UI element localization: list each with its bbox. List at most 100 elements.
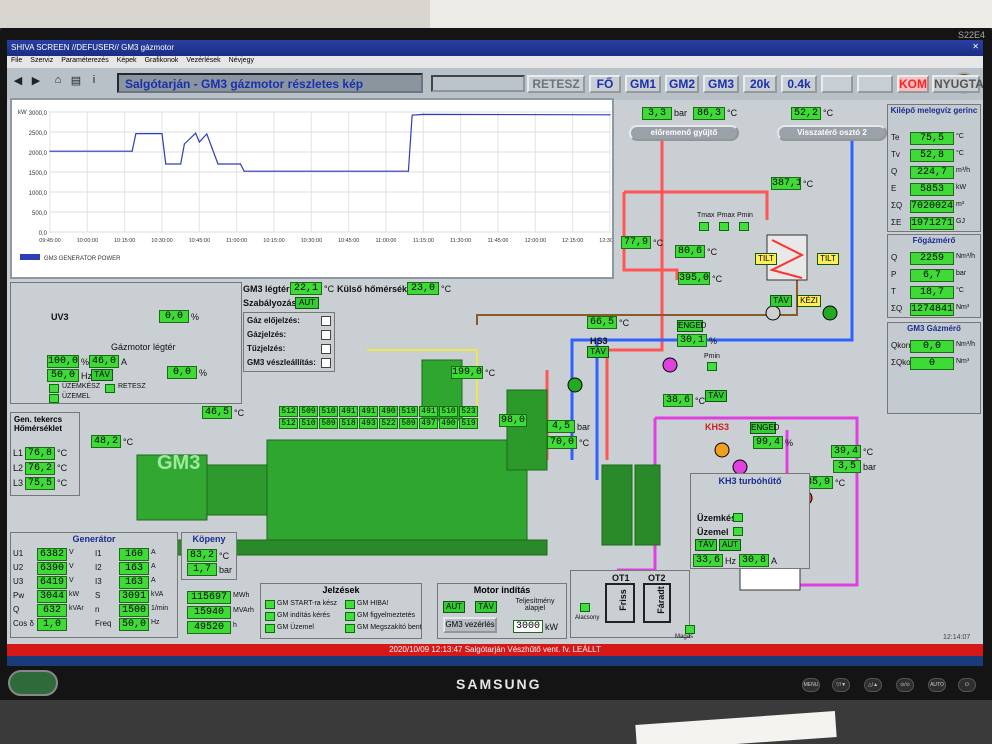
hs3-percent-unit: %	[709, 336, 718, 346]
fogazmero-unit-1: bar	[956, 270, 967, 277]
kilepo-unit-4: m³	[956, 201, 965, 208]
menu-item-3[interactable]: Képek	[117, 57, 137, 64]
nav-button-9[interactable]: KOM	[897, 75, 929, 93]
home-icon[interactable]: ⌂	[51, 74, 65, 88]
print-icon[interactable]: ▤	[69, 74, 83, 88]
hx-kezi-button[interactable]: KÉZI	[797, 295, 821, 307]
gen-right-value-5: 50,0	[119, 618, 149, 631]
cyl-row1-4: 491	[359, 406, 378, 417]
khs3-valve-motor	[732, 459, 748, 475]
visszatero-oszto[interactable]: Visszatérő osztó 2	[777, 125, 887, 141]
eloremeno-bar-unit: bar	[674, 108, 688, 118]
engine-left-temp: 46,5	[202, 406, 232, 419]
nav-button-2[interactable]: GM1	[625, 75, 661, 93]
menu-item-4[interactable]: Grafikonok	[145, 57, 179, 64]
nav-button-5[interactable]: 20k	[743, 75, 777, 93]
status-bar: 2020/10/09 12:13:47 Salgótarján Vészhűtő…	[7, 644, 983, 656]
jelzes-label-0: GM START-ra kész	[277, 600, 338, 607]
alarm-checkbox-3	[321, 358, 331, 368]
menu-bar: File Szerviz Paraméterezés Képek Grafikonok V…	[7, 56, 983, 68]
monitor-button-2[interactable]: △/▲	[864, 678, 882, 692]
gentek-unit-2: °C	[57, 478, 68, 488]
menu-item-1[interactable]: Szerviz	[30, 57, 53, 64]
nav-button-3[interactable]: GM2	[665, 75, 699, 93]
cyl-row2-8: 490	[439, 418, 458, 429]
cyl-row1-1: 509	[299, 406, 318, 417]
gm3-vezerles-button[interactable]: GM3 vezérlés	[443, 617, 497, 633]
gm3gaz-value-0: 0,0	[910, 340, 954, 353]
nav-button-0[interactable]: RETESZ	[527, 75, 585, 93]
kopeny-temp: 83,2	[187, 549, 217, 562]
monitor-button-0[interactable]: MENU	[802, 678, 820, 692]
khs3-r3-unit: °C	[835, 478, 846, 488]
cyl-row2-4: 493	[359, 418, 378, 429]
nav-button-6[interactable]: 0.4k	[781, 75, 817, 93]
cyl-row2-9: 519	[459, 418, 478, 429]
kh3-hz-value: 33,6	[693, 554, 723, 567]
nav-button-4[interactable]: GM3	[703, 75, 739, 93]
khs3-tav-button[interactable]: TÁV	[705, 390, 727, 402]
cyl-row2-7: 497	[419, 418, 438, 429]
gen-right-key-4: n	[95, 605, 100, 614]
back-icon[interactable]: ◀	[11, 74, 25, 88]
khs3-pmin-label: Pmin	[704, 353, 720, 360]
exhaust-temp-2: 98,0	[499, 414, 527, 427]
gen-left-key-1: U2	[13, 563, 24, 572]
szabalyozas-aut[interactable]: AUT	[295, 297, 319, 309]
nav-button-8[interactable]	[857, 75, 893, 93]
eloremeno-gyujto[interactable]: előremenő gyűjtő	[629, 125, 739, 141]
gentek-value-0: 76,8	[25, 447, 55, 460]
motor-tav-button[interactable]: TÁV	[475, 601, 497, 613]
hs3-temp-unit: °C	[619, 318, 630, 328]
legter-value: 22,1	[290, 282, 322, 295]
fogazmero-unit-2: °C	[956, 287, 964, 294]
gen-left-value-5: 1,0	[37, 618, 67, 631]
oil-temp-unit: °C	[579, 438, 590, 448]
gentek-unit-0: °C	[57, 448, 68, 458]
hs3-percent: 30,1	[677, 334, 707, 347]
menu-item-5[interactable]: Vezérlések	[186, 57, 220, 64]
kh3-tav-button[interactable]: TÁV	[695, 539, 717, 551]
khs3-pump	[714, 442, 730, 458]
khs3-temp: 38,6	[663, 394, 693, 407]
monitor-button-1[interactable]: ▽/▼	[832, 678, 850, 692]
cyl-row2-6: 509	[399, 418, 418, 429]
info-icon[interactable]: i	[87, 74, 101, 88]
vent-tav-button[interactable]: TÁV	[91, 369, 113, 381]
hx-motor-2	[822, 305, 838, 321]
monitor-button-4[interactable]: AUTO	[928, 678, 946, 692]
oil-temp: 70,0	[547, 436, 577, 449]
menu-item-0[interactable]: File	[11, 57, 22, 64]
cyl-row1-2: 510	[319, 406, 338, 417]
menu-item-6[interactable]: Névjegy	[229, 57, 254, 64]
ot2-label: OT2	[648, 573, 666, 583]
kh3-title: KH3 turbóhűtő	[718, 476, 782, 486]
monitor-button-3[interactable]: ⊙/⊙	[896, 678, 914, 692]
kh3-aut-button[interactable]: AUT	[719, 539, 741, 551]
monitor-button-5[interactable]: ⏻	[958, 678, 976, 692]
hx-tav-button[interactable]: TÁV	[770, 295, 792, 307]
hx-t2: 80,6	[675, 245, 705, 258]
nav-button-7[interactable]	[821, 75, 853, 93]
jelzes-indicator-1	[345, 600, 355, 609]
hs3-tav-button[interactable]: TÁV	[587, 346, 609, 358]
kilepo-unit-2: m³/h	[956, 167, 970, 174]
kulso-unit: °C	[441, 284, 452, 294]
nav-button-10[interactable]: NYUGTA	[932, 75, 983, 93]
generator-title: Generátor	[72, 534, 116, 544]
window-close-icon[interactable]: ✕	[972, 42, 979, 51]
vent-uzemel: ÜZEMEL	[62, 393, 91, 400]
alarm-checkbox-2	[321, 344, 331, 354]
nav-button-1[interactable]: FŐ	[589, 75, 621, 93]
teljesitmeny-input[interactable]: 3000	[513, 620, 543, 633]
fogazmero-key-1: P	[891, 270, 897, 279]
hx-t2-unit: °C	[707, 247, 718, 257]
kilepo-value-0: 75,5	[910, 132, 954, 145]
khs3-percent: 99,4	[753, 436, 783, 449]
menu-item-2[interactable]: Paraméterezés	[61, 57, 108, 64]
kilepo-unit-1: °C	[956, 150, 964, 157]
motor-aut-button[interactable]: AUT	[443, 601, 465, 613]
forward-icon[interactable]: ▶	[29, 74, 43, 88]
gen-left-key-2: U3	[13, 577, 24, 586]
kopeny-bar: 1,7	[187, 563, 217, 576]
